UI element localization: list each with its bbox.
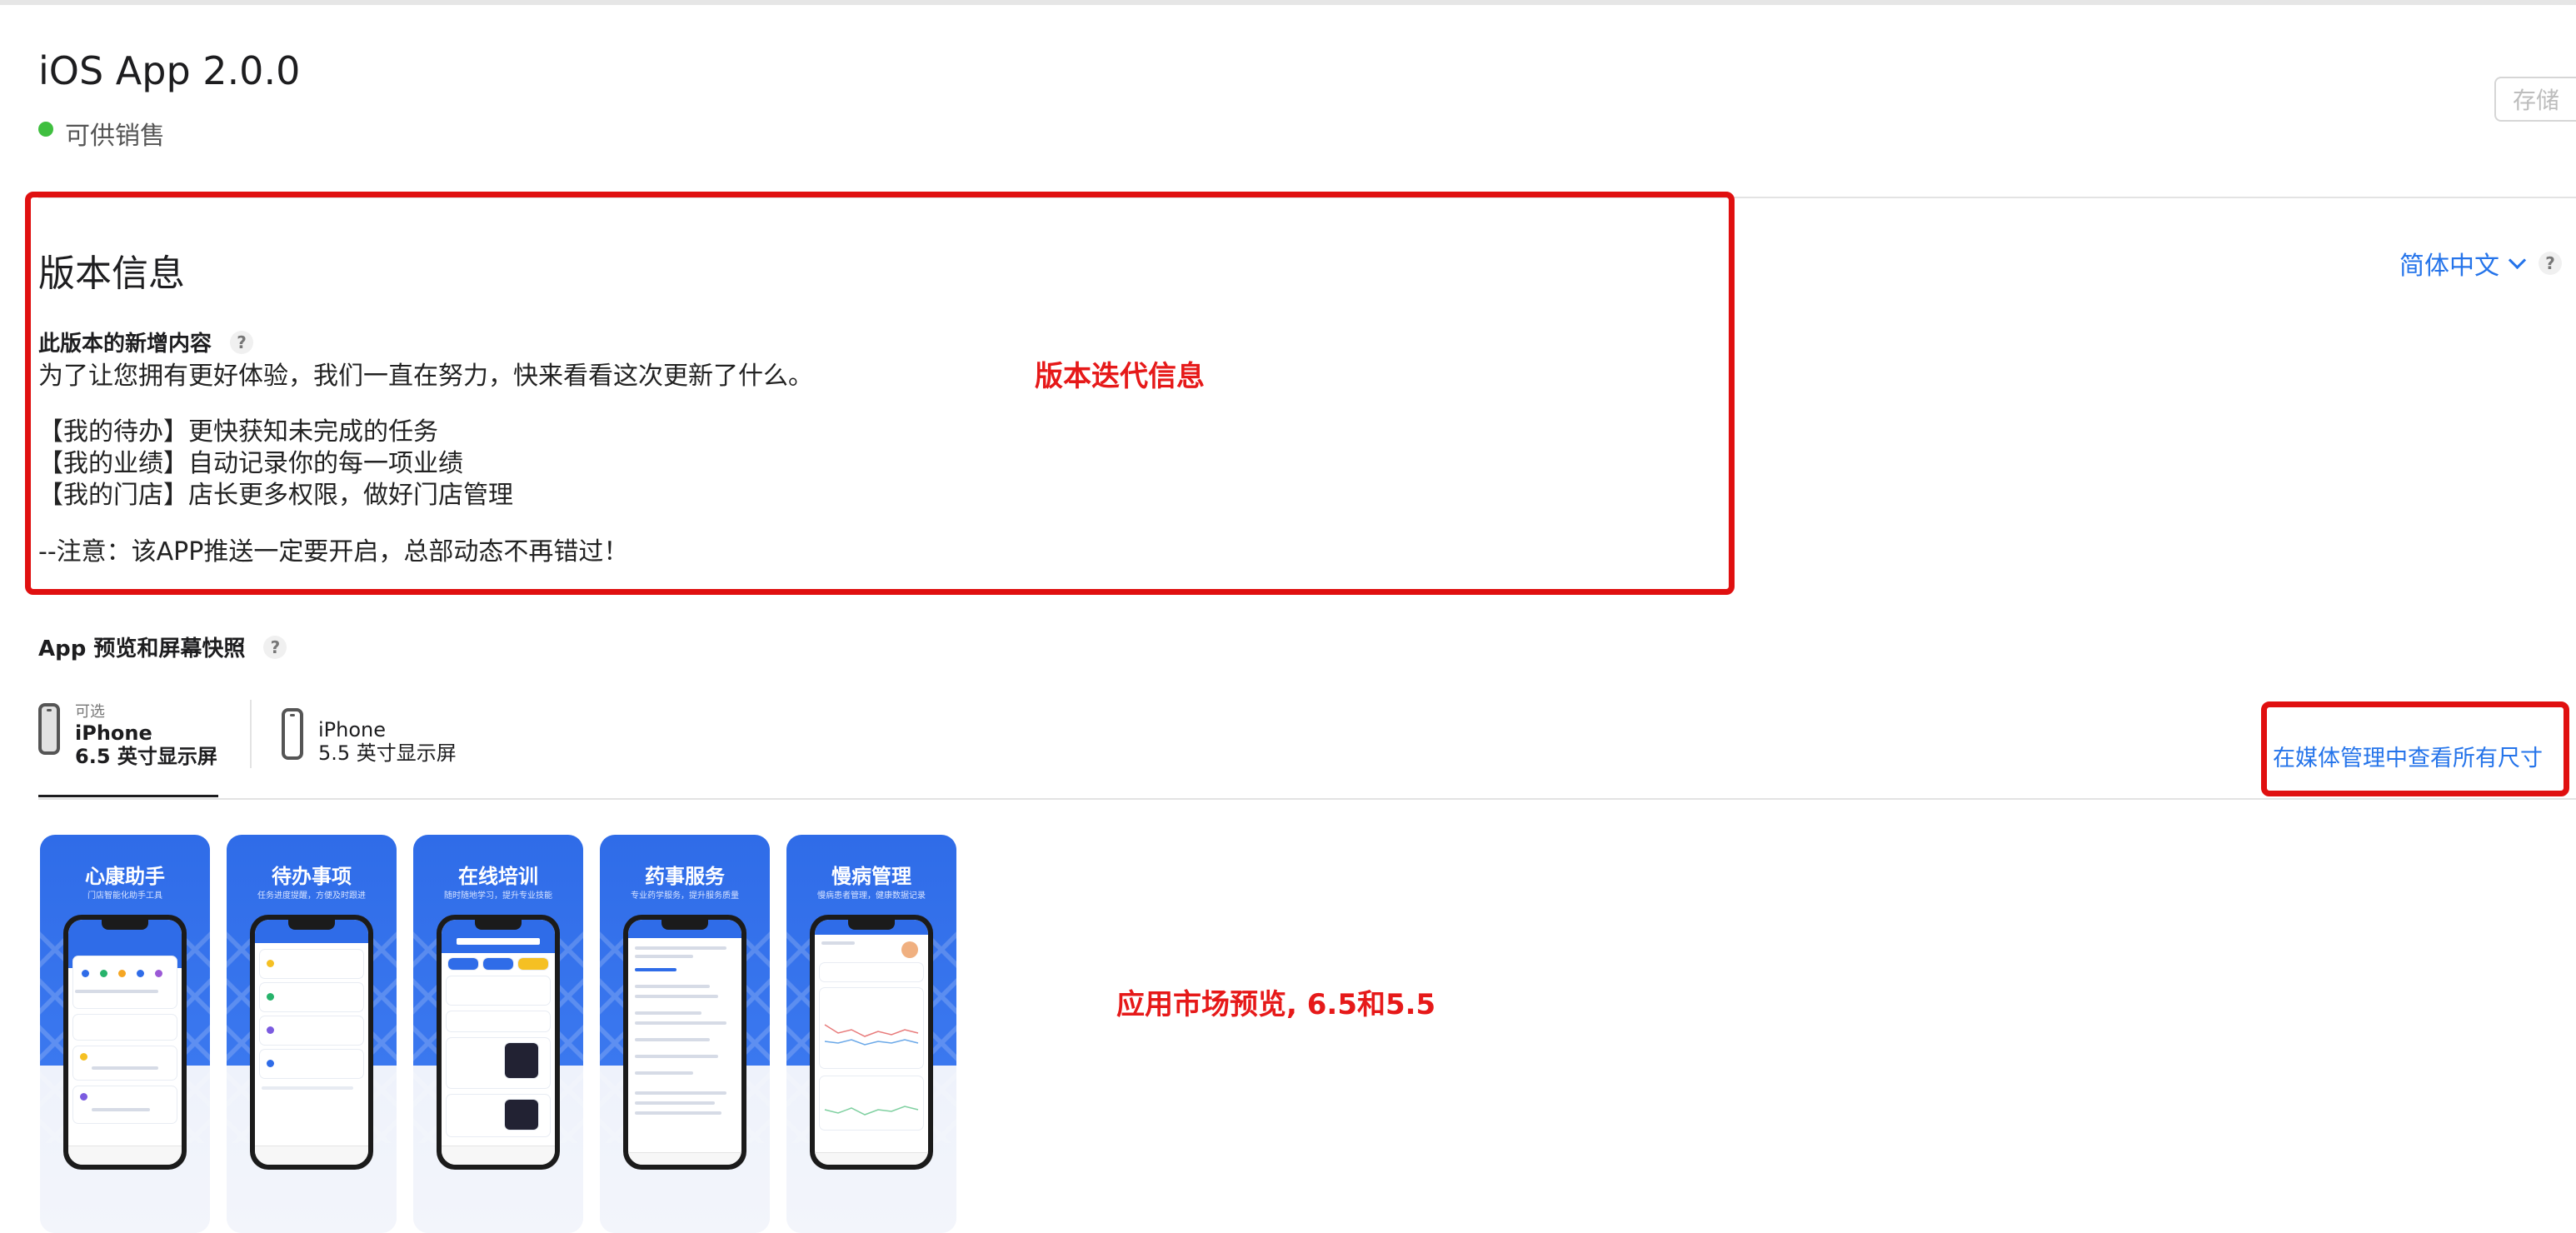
screenshot-title: 慢病管理 (831, 865, 911, 888)
top-border (0, 0, 2576, 5)
annotation-label: 应用市场预览, 6.5和5.5 (1116, 988, 1436, 1021)
screenshot-title: 在线培训 (458, 865, 538, 888)
help-icon[interactable]: ? (2539, 252, 2562, 275)
tab-device-name: iPhone (75, 721, 152, 745)
tab-separator (250, 700, 252, 768)
screenshot-thumbnail[interactable]: 药事服务 专业药学服务，提升服务质量 (600, 835, 770, 1233)
phone-mockup (623, 915, 746, 1170)
tab-optional-label: 可选 (75, 703, 105, 721)
screenshot-thumbnail[interactable]: 慢病管理 慢病患者管理，健康数据记录 (786, 835, 956, 1233)
tabs-divider (38, 798, 2576, 800)
screenshot-subtitle: 慢病患者管理，健康数据记录 (817, 891, 926, 901)
screenshot-thumbnail[interactable]: 待办事项 任务进度提醒，方便及时跟进 (227, 835, 397, 1233)
screenshot-title: 心康助手 (85, 865, 165, 888)
iphone-icon (38, 703, 60, 755)
tab-device-size: 6.5 英寸显示屏 (75, 745, 217, 768)
app-version-title: iOS App 2.0.0 (38, 48, 301, 93)
screenshot-subtitle: 专业药学服务，提升服务质量 (631, 891, 739, 901)
screenshot-thumbnail[interactable]: 在线培训 随时随地学习，提升专业技能 (413, 835, 583, 1233)
screenshot-title: 药事服务 (645, 865, 725, 888)
screenshot-title: 待办事项 (272, 865, 352, 888)
screenshot-thumbnail[interactable]: 心康助手 门店智能化助手工具 (40, 835, 210, 1233)
status-dot-icon (38, 122, 53, 137)
tab-iphone-6-5[interactable]: 可选 iPhone 6.5 英寸显示屏 (38, 703, 217, 768)
tab-device-name: iPhone (318, 718, 387, 741)
save-button[interactable]: 存储 (2494, 77, 2576, 122)
phone-mockup (250, 915, 373, 1170)
language-selector[interactable]: 简体中文 ? (2399, 245, 2576, 282)
annotation-highlight-box (25, 192, 1735, 595)
iphone-icon (282, 708, 303, 760)
status-text: 可供销售 (65, 122, 165, 151)
trend-chart-icon (824, 1024, 919, 1046)
language-label: 简体中文 (2399, 252, 2499, 281)
screenshot-subtitle: 任务进度提醒，方便及时跟进 (257, 891, 366, 901)
selected-tab-indicator (38, 795, 218, 797)
preview-section-label: App 预览和屏幕快照 ? (38, 631, 287, 662)
preview-section-text: App 预览和屏幕快照 (38, 636, 246, 661)
availability-status: 可供销售 (38, 115, 165, 152)
screenshot-subtitle: 门店智能化助手工具 (87, 891, 162, 901)
phone-mockup (63, 915, 187, 1170)
chevron-down-icon (2508, 251, 2527, 269)
tab-device-size: 5.5 英寸显示屏 (318, 741, 457, 765)
phone-mockup (437, 915, 560, 1170)
annotation-label: 版本迭代信息 (1035, 360, 1205, 393)
help-icon[interactable]: ? (263, 635, 287, 659)
annotation-highlight-box (2261, 701, 2569, 796)
tab-iphone-5-5[interactable]: iPhone 5.5 英寸显示屏 (282, 708, 457, 765)
trend-chart-icon (824, 1106, 919, 1116)
phone-mockup (810, 915, 933, 1170)
screenshot-subtitle: 随时随地学习，提升专业技能 (444, 891, 552, 901)
